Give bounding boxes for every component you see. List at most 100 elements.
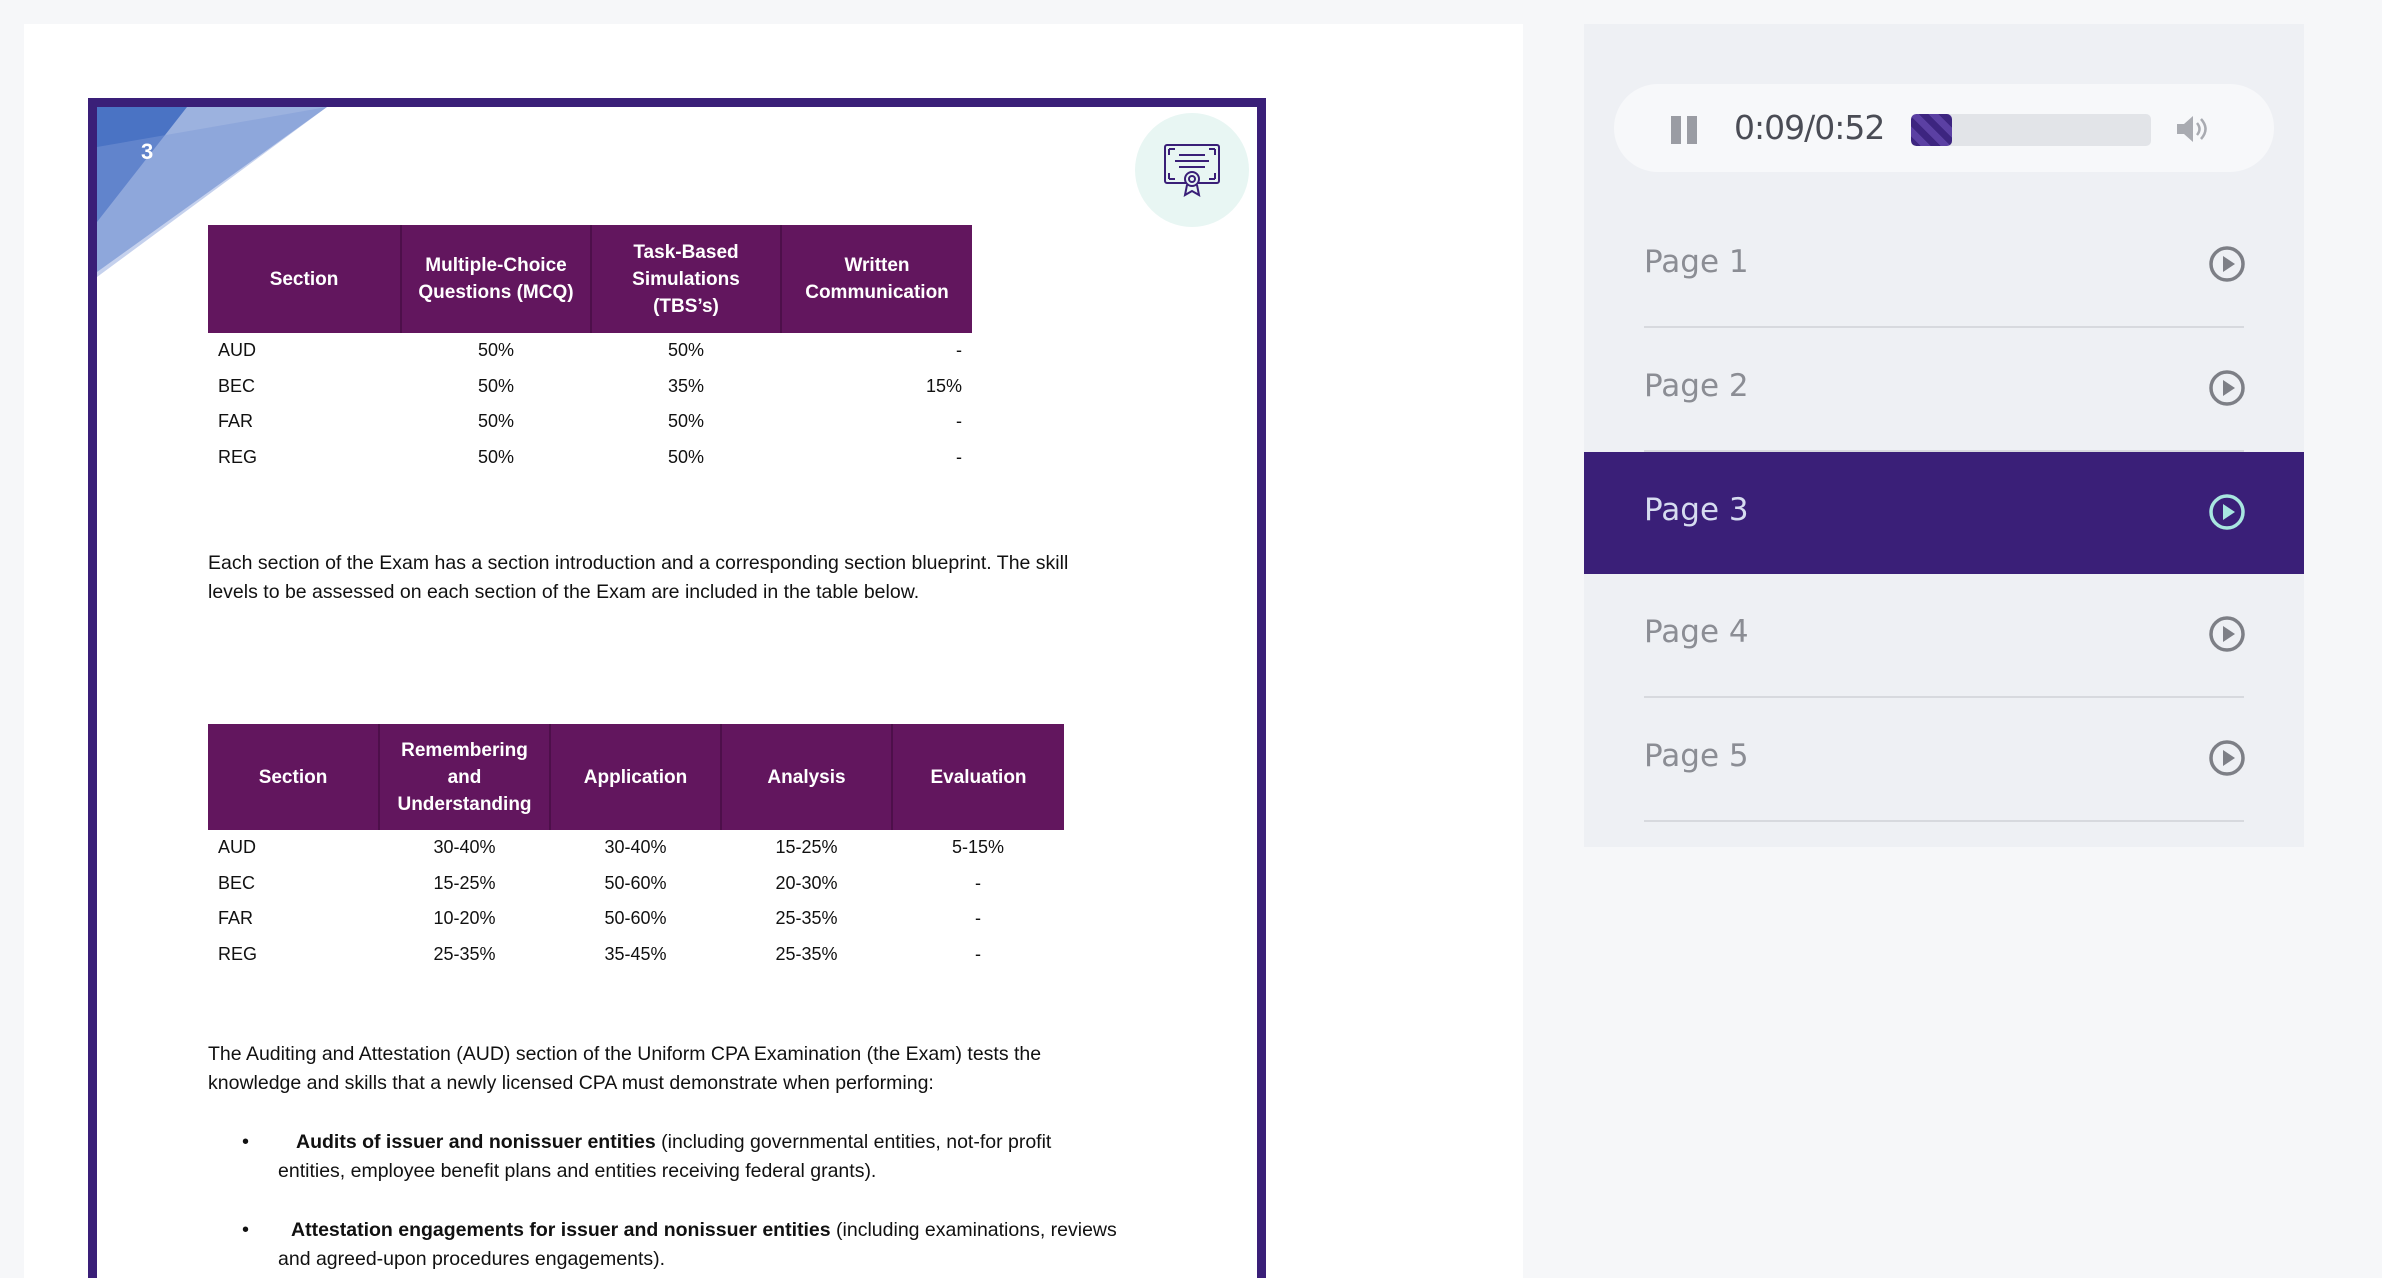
table-cell: 50% — [477, 411, 515, 432]
table-cell: REG — [218, 943, 258, 964]
table-cell: 20-30% — [775, 872, 838, 893]
header-text: Evaluation — [930, 766, 1027, 788]
table-cell: 5-15% — [951, 837, 1005, 858]
table-cell: 15-25% — [433, 872, 496, 893]
page-item-label: Page 1 — [1644, 244, 1749, 280]
bullet-text: (including examinations, reviews — [830, 1219, 1117, 1241]
table-cell: - — [975, 872, 981, 893]
header-text: Task-Based — [633, 241, 739, 263]
page-list: Page 1 Page 2 Page 3 Page 4 Page 5 — [1584, 204, 2304, 822]
bullet-item: • Audits of issuer and nonissuer entities… — [242, 1128, 1051, 1186]
exam-format-table: Section Multiple-Choice Questions (MCQ) Tas… — [208, 225, 972, 475]
play-icon[interactable] — [2208, 739, 2246, 777]
bullet-line: entities, employee benefit plans and ent… — [278, 1160, 877, 1182]
header-text: (TBS’s) — [653, 295, 719, 317]
certificate-icon — [1135, 113, 1249, 227]
table-row: REG 50% 50% - — [208, 440, 972, 476]
table-cell: 50% — [667, 340, 705, 361]
progress-bar[interactable] — [1911, 114, 2151, 146]
header-text: Understanding — [397, 793, 532, 815]
page-item-4[interactable]: Page 4 — [1584, 574, 2304, 698]
table-cell: - — [956, 411, 962, 432]
page-item-1[interactable]: Page 1 — [1584, 204, 2304, 328]
page-item-2[interactable]: Page 2 — [1584, 328, 2304, 452]
table-cell: REG — [218, 446, 258, 467]
table-header-cell: Remembering and Understanding — [379, 724, 551, 830]
play-icon[interactable] — [2208, 369, 2246, 407]
bullet-line: Attestation engagements for issuer and n… — [278, 1216, 1117, 1245]
page-item-3[interactable]: Page 3 — [1584, 452, 2304, 574]
header-text: Written — [844, 255, 910, 276]
play-icon[interactable] — [2208, 493, 2246, 531]
table-cell: - — [956, 340, 962, 361]
skill-levels-table: Section Remembering and Understanding Applic… — [208, 724, 1064, 972]
table-cell: - — [956, 446, 962, 467]
table-cell: 35% — [667, 375, 705, 396]
paragraph-line: The Auditing and Attestation (AUD) secti… — [208, 1043, 1042, 1065]
header-text: Application — [583, 766, 688, 788]
bullet-line: Audits of issuer and nonissuer entities … — [278, 1128, 1051, 1157]
bullet-bold-text: Audits of issuer and nonissuer entities — [296, 1131, 656, 1153]
table-row: BEC 50% 35% 15% — [208, 369, 972, 405]
table-cell: 50% — [477, 446, 515, 467]
header-text: Communication — [805, 282, 949, 303]
bullet-dot: • — [242, 1131, 250, 1153]
aud-intro-paragraph: The Auditing and Attestation (AUD) secti… — [208, 1040, 1041, 1098]
page-item-5[interactable]: Page 5 — [1584, 698, 2304, 822]
bullet-text: (including governmental entities, not-fo… — [655, 1131, 1052, 1153]
bullet-bold-text: Attestation engagements for issuer and n… — [291, 1219, 831, 1241]
paragraph-line: Each section of the Exam has a section i… — [208, 552, 1069, 574]
skill-levels-paragraph: Each section of the Exam has a section i… — [208, 549, 1068, 607]
document-page: 3 Section Multiple-Choice Questions (MCQ) T… — [88, 98, 1266, 1278]
bullet-line: and agreed-upon procedures engagements). — [278, 1248, 666, 1270]
table-row: FAR 50% 50% - — [208, 404, 972, 440]
table-row: AUD 50% 50% - — [208, 333, 972, 369]
table-cell: 25-35% — [775, 943, 838, 964]
table-cell: 30-40% — [433, 837, 496, 858]
header-text: Simulations — [632, 268, 740, 290]
page-item-divider — [1644, 820, 2244, 822]
table-cell: - — [975, 908, 981, 929]
progress-fill — [1911, 114, 1952, 146]
header-text: Remembering — [401, 739, 528, 761]
table-cell: 50-60% — [604, 908, 667, 929]
table-row: AUD 30-40% 30-40% 15-25% 5-15% — [208, 830, 1064, 866]
table-cell: 35-45% — [604, 943, 667, 964]
play-icon[interactable] — [2208, 615, 2246, 653]
paragraph-line: levels to be assessed on each section of… — [208, 581, 920, 603]
table-cell: - — [975, 943, 981, 964]
table-cell: AUD — [218, 837, 257, 858]
header-text: Questions (MCQ) — [418, 282, 574, 303]
table-header-cell: Application — [550, 724, 722, 830]
table-cell: BEC — [218, 872, 256, 893]
table-cell: 25-35% — [433, 943, 496, 964]
header-text: and — [447, 766, 482, 788]
table-cell: 15% — [925, 375, 962, 396]
table-header-cell: Evaluation — [892, 724, 1064, 830]
header-text: Section — [269, 268, 339, 290]
audio-player: 0:09/0:52 — [1614, 84, 2274, 172]
table-header-cell: Analysis — [721, 724, 893, 830]
table-header-cell: Section — [208, 225, 402, 333]
volume-icon[interactable] — [2174, 112, 2210, 146]
pause-button[interactable] — [1671, 116, 1699, 144]
table-cell: 25-35% — [775, 908, 838, 929]
table-cell: 10-20% — [433, 908, 496, 929]
table-row: REG 25-35% 35-45% 25-35% - — [208, 937, 1064, 973]
header-text: Multiple-Choice — [425, 255, 567, 276]
table-header-cell: Written Communication — [781, 225, 972, 333]
bullet-item: • Attestation engagements for issuer and … — [242, 1216, 1117, 1274]
page-item-label: Page 4 — [1644, 614, 1749, 650]
play-icon[interactable] — [2208, 245, 2246, 283]
table-row: FAR 10-20% 50-60% 25-35% - — [208, 901, 1064, 937]
page-sidebar: 0:09/0:52 Page 1 Page 2 Page 3 Page 4 Page 5 — [1584, 24, 2304, 847]
document-viewer[interactable]: 3 Section Multiple-Choice Questions (MCQ) T… — [24, 24, 1523, 1278]
page-item-label: Page 5 — [1644, 738, 1749, 774]
table-cell: 50% — [667, 446, 705, 467]
header-text: Section — [258, 766, 328, 788]
table-cell: 30-40% — [604, 837, 667, 858]
table-header-cell: Task-Based Simulations (TBS’s) — [591, 225, 782, 333]
page-item-label: Page 2 — [1644, 368, 1749, 404]
table-header-cell: Section — [208, 724, 380, 830]
table-cell: AUD — [218, 340, 257, 361]
